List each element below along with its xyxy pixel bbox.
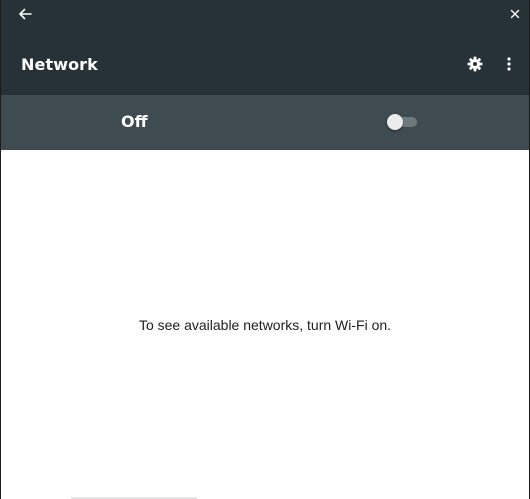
wifi-toggle-switch[interactable] [387, 112, 419, 132]
gear-icon [467, 56, 483, 72]
wifi-off-message: To see available networks, turn Wi-Fi on… [138, 317, 392, 333]
wifi-toggle-label: Off [121, 112, 148, 131]
more-vert-icon [507, 57, 511, 71]
more-options-button[interactable] [499, 54, 519, 74]
toggle-thumb [387, 114, 403, 130]
arrow-left-icon [19, 8, 32, 20]
close-button[interactable] [507, 6, 523, 22]
title-bar: Network [1, 0, 529, 95]
back-button[interactable] [15, 4, 35, 24]
close-icon [510, 9, 520, 19]
network-list-area: To see available networks, turn Wi-Fi on… [1, 150, 529, 499]
wifi-toggle-bar: Off [1, 95, 529, 150]
settings-button[interactable] [465, 54, 485, 74]
network-window: Network Off To see available networks, t… [0, 0, 530, 499]
page-title: Network [21, 55, 98, 74]
